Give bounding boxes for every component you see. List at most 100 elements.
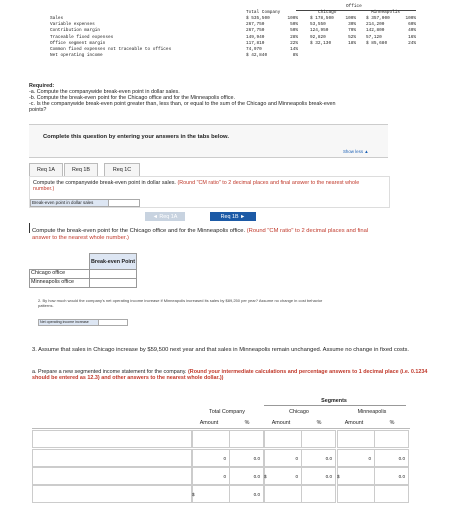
req1b-row-minneapolis-label: Minneapolis office [29,278,91,288]
row-label-input[interactable] [32,467,192,485]
amount-header-0: Amount [199,420,219,426]
income-row-total: 74,970 [246,47,262,52]
next-button[interactable]: Req 1B ► [210,212,256,221]
q3-text: 3. Assume that sales in Chicago increase… [32,347,410,353]
pct-header-2: % [389,420,395,426]
instruction-panel [29,124,388,158]
q2-text: 2. By how much would the company's net o… [38,298,323,308]
tab-req-1a[interactable]: Req 1A [29,163,63,177]
pct-zero: 0.0 [398,456,405,461]
group-header-1: Chicago [289,409,309,415]
income-row-chi-pct: 30% [348,22,356,28]
group-header-0: Total Company [209,409,245,415]
req1a-label: Break-even point in dollar sales [30,199,109,207]
group-header-2: Minneapolis [357,409,387,415]
pct-input[interactable] [229,430,264,448]
q3a-prompt: a. Prepare a new segmented income statem… [32,369,432,382]
amount-input[interactable] [337,430,375,448]
income-row-total-pct: 28% [290,34,298,40]
income-row-chi-pct: 100% [345,16,356,21]
income-row-label: Contribution margin [50,28,101,34]
row-label-input[interactable] [32,449,192,467]
income-row-total: 117,810 [246,40,265,46]
income-row-label: Traceable fixed expenses [50,34,114,40]
col-header-chicago: Chicago [318,10,337,15]
pct-zero: 0.0 [398,474,405,479]
pct-input[interactable] [374,430,409,448]
required-c: -c. Is the companywide break-even point … [29,101,336,107]
income-row-min: 214,200 [366,22,385,28]
income-row-label: Sales [50,16,64,21]
amount-input[interactable] [337,485,375,503]
segment-statement-table: Segments Total Company Amount% Chicago Amoun… [32,396,410,506]
req1a-prompt-text: Compute the companywide break-even point… [33,180,176,186]
tab-req-1b[interactable]: Req 1B [64,163,98,177]
income-row-total: 149,940 [246,34,265,40]
prev-button[interactable]: ◄ Req 1A [145,212,185,221]
office-header: Office [346,4,362,9]
income-row-total: $ 42,840 [246,53,268,59]
segments-header: Segments [321,398,347,404]
header-rule [32,428,410,429]
income-row-min-pct: 60% [408,22,416,28]
amount-input[interactable] [264,430,302,448]
row-label-input[interactable] [32,430,192,448]
tab-req-1c[interactable]: Req 1C [104,163,140,177]
income-row-total-pct: 100% [287,16,298,21]
q2-answer-input[interactable] [98,319,128,326]
income-row-chi-pct: 18% [348,40,356,46]
income-row-label: Variable expenses [50,22,95,28]
req1a-prompt: Compute the companywide break-even point… [33,180,373,193]
income-row-total-pct: 8% [292,53,298,59]
income-row-label: Common fixed expenses not traceable to o… [50,47,172,52]
pct-input[interactable] [301,485,336,503]
income-row-total: $ 535,500 [246,16,270,21]
pct-zero: 0.0 [325,456,332,461]
pct-zero: 0.0 [253,456,260,461]
amount-header-1: Amount [271,420,291,426]
income-row-chi-pct: 52% [348,34,356,40]
req1b-prompt: Compute the break-even point for the Chi… [32,228,387,242]
income-row-total-pct: 50% [290,28,298,34]
req1b-col-header-text: Break-even Point [90,258,136,265]
amount-zero: 0 [223,474,226,479]
income-row-total: 267,750 [246,28,265,34]
amount-input[interactable] [264,485,302,503]
income-row-label: Net operating income [50,53,103,59]
req1b-prompt-text: Compute the break-even point for the Chi… [32,228,246,234]
income-row-min-pct: 40% [408,28,416,34]
amount-input[interactable] [192,430,230,448]
income-statement-table: Office Total Company Chicago Minneapolis… [46,4,418,62]
q2-label: Net operating income increase [38,319,99,326]
col-header-minneapolis: Minneapolis [371,10,400,15]
amount-zero: 0 [223,456,226,461]
income-row-min: $ 85,680 [366,40,388,46]
income-row-min-pct: 24% [408,40,416,46]
income-row-total-pct: 22% [290,40,298,46]
income-row-min-pct: 100% [405,16,416,21]
pct-input[interactable] [301,430,336,448]
show-less-link[interactable]: Show less ▲ [343,149,369,155]
income-row-min-pct: 16% [408,34,416,40]
required-c-cont: points? [29,107,47,113]
dollar-sign: $ [337,474,340,479]
pct-zero: 0.0 [325,474,332,479]
amount-zero: 0 [368,456,371,461]
income-row-total-pct: 50% [290,22,298,28]
pct-header-1: % [316,420,322,426]
cursor-bar [29,223,30,233]
row-label-input[interactable] [32,485,192,503]
income-row-total: 267,750 [246,22,265,28]
pct-header-0: % [244,420,250,426]
dollar-sign: $ [192,492,195,497]
req1a-answer-input[interactable] [108,199,140,207]
income-row-total-pct: 14% [290,47,298,52]
req1b-minneapolis-input[interactable] [89,278,137,288]
pct-input[interactable] [374,485,409,503]
dollar-sign: $ [264,474,267,479]
amount-header-2: Amount [344,420,364,426]
segments-rule [264,405,406,406]
income-row-min: $ 357,000 [366,16,390,21]
pct-zero: 0.0 [253,492,260,497]
pct-zero: 0.0 [253,474,260,479]
